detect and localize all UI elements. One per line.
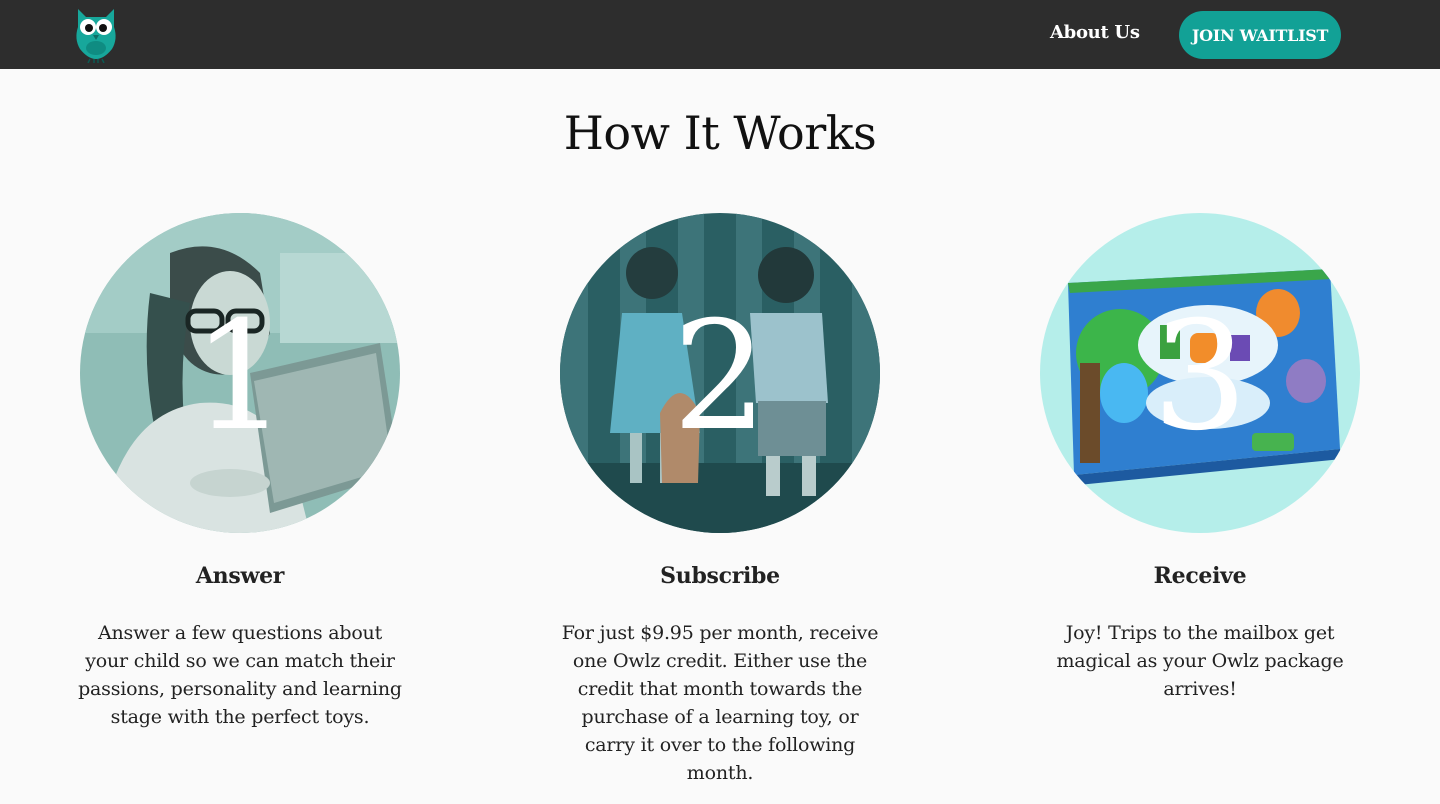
step-description: Answer a few questions about your child … bbox=[78, 622, 402, 728]
step-title: Answer bbox=[195, 563, 285, 589]
step-description: For just $9.95 per month, receive one Ow… bbox=[561, 622, 879, 784]
step-number: 2 bbox=[672, 290, 768, 464]
page-title: How It Works bbox=[563, 106, 877, 160]
step-image-circle: 2 bbox=[560, 213, 880, 533]
step-subscribe: 2 Subscribe For just $9.95 per month, re… bbox=[510, 213, 930, 787]
step-image-circle: 3 bbox=[1040, 213, 1360, 533]
top-nav: About Us JOIN WAITLIST bbox=[0, 0, 1440, 69]
step-title: Receive bbox=[1153, 563, 1247, 589]
step-number: 3 bbox=[1152, 290, 1248, 464]
about-us-link[interactable]: About Us bbox=[1050, 22, 1140, 43]
owl-logo-icon[interactable] bbox=[72, 3, 120, 64]
step-image-circle: 1 bbox=[80, 213, 400, 533]
step-title: Subscribe bbox=[660, 563, 780, 589]
join-waitlist-button[interactable]: JOIN WAITLIST bbox=[1179, 11, 1341, 59]
step-number: 1 bbox=[192, 290, 288, 464]
step-answer: 1 Answer Answer a few questions about yo… bbox=[30, 213, 450, 731]
step-description: Joy! Trips to the mailbox get magical as… bbox=[1056, 622, 1344, 700]
step-receive: 3 Receive Joy! Trips to the mailbox get … bbox=[990, 213, 1410, 703]
